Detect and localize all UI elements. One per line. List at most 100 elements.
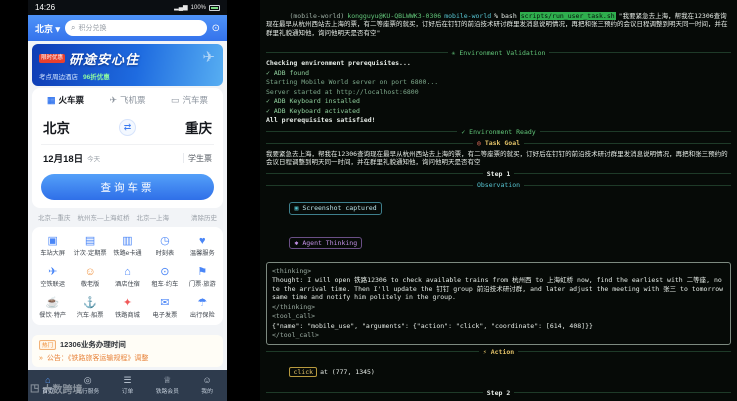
brain-icon: ✱ — [294, 238, 299, 247]
banner-badge: 限时优惠 — [39, 54, 66, 63]
divider-line — [549, 52, 731, 54]
env-adb-found: ✓ ADB found — [266, 68, 310, 77]
service-label: 敬老版 — [80, 281, 100, 288]
phone-emulator: 14:26 ▂▄▆ 100% 北京 ▾ ⌕ 积分兑换 ⊙ 限时优惠 研途安心住 … — [28, 0, 227, 401]
swap-cities-button[interactable]: ⇄ — [119, 118, 136, 136]
action-verb-chip: click — [289, 366, 318, 377]
service-item-elderly-mode[interactable]: ☺ 敬老版 — [71, 266, 108, 288]
service-item-ecard[interactable]: ▥ 铁路e卡通 — [109, 235, 146, 257]
battery-icon — [209, 4, 220, 11]
service-item-air-rail[interactable]: ✈ 空铁联运 — [34, 266, 71, 288]
screen-icon: ▣ — [47, 235, 58, 247]
screenshot-captured-badge: ▣ Screenshot captured — [289, 202, 382, 215]
hotel-icon: ⌂ — [124, 266, 131, 278]
service-label: 电子发票 — [152, 312, 178, 319]
cwd: mobile-world — [444, 11, 492, 20]
agent-terminal[interactable]: (mobile-world) kongguyu@KU-QBLWWK3-0306 mo… — [260, 0, 737, 401]
nav-item-membership[interactable]: ♕ 铁路会员 — [147, 375, 187, 396]
announcement-notice[interactable]: » 公告：《铁路旅客运输规程》调整 — [39, 353, 216, 363]
city-selector[interactable]: 北京 ▾ — [35, 22, 60, 35]
search-input[interactable]: ⌕ 积分兑换 — [65, 20, 207, 36]
departure-city[interactable]: 北京 — [43, 117, 70, 137]
clear-history-button[interactable]: 清除历史 — [191, 212, 217, 222]
step-label: Step 2 — [486, 388, 511, 397]
service-label: 租车·约车 — [151, 281, 179, 288]
date-today-label: 今天 — [87, 156, 101, 163]
service-item-rail-mall[interactable]: ✦ 铁路商城 — [109, 297, 146, 319]
battery-percent: 100% — [190, 4, 206, 11]
service-item-hotel[interactable]: ⌂ 酒店住宿 — [109, 266, 146, 288]
arrival-city[interactable]: 重庆 — [185, 117, 212, 137]
service-item-insurance[interactable]: ☂ 出行保险 — [184, 297, 221, 319]
status-time: 14:26 — [35, 3, 56, 12]
service-item-timetable[interactable]: ◷ 时刻表 — [146, 235, 183, 257]
section-title: Action — [490, 347, 515, 356]
service-label: 酒店住宿 — [115, 281, 140, 288]
history-item[interactable]: 北京—重庆 — [38, 212, 71, 222]
history-item[interactable]: 杭州东—上海虹桥 — [78, 212, 130, 222]
tab-label: 飞机票 — [120, 95, 146, 105]
student-ticket-toggle[interactable]: 学生票 — [188, 153, 212, 164]
service-item-food[interactable]: ☕ 餐饮·特产 — [34, 297, 71, 319]
lightning-icon: ⚡ — [482, 347, 487, 356]
env-keyboard-installed: ✓ ADB Keyboard installed — [266, 97, 360, 105]
agent-thinking-badge: ✱ Agent Thinking — [289, 236, 363, 249]
service-label: 空铁联运 — [40, 281, 66, 288]
crown-icon: ♕ — [163, 375, 172, 385]
service-label: 铁路e卡通 — [113, 250, 142, 257]
section-title: Environment Validation — [459, 48, 546, 57]
divider-line — [266, 173, 483, 175]
service-label: 汽车·船票 — [76, 312, 104, 319]
service-item-bus-ship[interactable]: ⚓ 汽车·船票 — [71, 297, 108, 319]
step1-header: Step 1 — [266, 170, 732, 179]
promo-banner[interactable]: 限时优惠 研途安心住 考点周边酒店 96折优惠 ✈ — [32, 44, 223, 86]
route-selector: 北京 ⇄ 重庆 — [41, 111, 214, 144]
action-line: click at (777, 1345) — [266, 358, 731, 386]
mall-icon: ✦ — [122, 297, 133, 309]
command: bash — [501, 11, 517, 20]
service-item-car-rental[interactable]: ⊙ 租车·约车 — [146, 266, 183, 288]
announcement-hot[interactable]: 热门 12306业务办理时间 — [39, 339, 216, 350]
search-icon: ⌕ — [71, 23, 76, 32]
nav-item-orders[interactable]: ☰ 订单 — [108, 376, 148, 396]
card-icon: ▥ — [122, 235, 133, 247]
flag-icon: ⚑ — [197, 266, 208, 278]
date-picker[interactable]: 12月18日 — [43, 151, 83, 165]
search-tickets-button[interactable]: 查询车票 — [41, 174, 214, 200]
env-server-start: Starting Mobile World server on port 680… — [266, 78, 439, 86]
section-action: ⚡ Action — [266, 347, 732, 357]
tab-bus-ticket[interactable]: ▭ 汽车票 — [171, 94, 208, 106]
booking-card: ▦ 火车票 ✈ 飞机票 ▭ 汽车票 北京 ⇄ 重庆 12月18日 今天 学生票 … — [32, 88, 223, 208]
status-bar: 14:26 ▂▄▆ 100% — [28, 0, 227, 15]
service-item-care-service[interactable]: ♥ 温馨服务 — [184, 235, 221, 257]
observation-label: Observation — [476, 181, 521, 189]
divider-line — [266, 351, 479, 353]
clock-icon: ◷ — [160, 235, 170, 247]
hot-tag: 热门 — [39, 339, 57, 350]
section-title: Task Goal — [484, 139, 521, 147]
nav-item-profile[interactable]: ☺ 我的 — [187, 375, 227, 396]
service-label: 出行保险 — [189, 312, 215, 319]
service-item-einvoice[interactable]: ✉ 电子发票 — [146, 297, 183, 319]
tab-train-ticket[interactable]: ▦ 火车票 — [47, 94, 84, 106]
section-env-validation: ✳ Environment Validation — [266, 49, 731, 58]
announcement-panel: 热门 12306业务办理时间 » 公告：《铁路旅客运输规程》调整 — [32, 335, 223, 367]
service-item-tour-ticket[interactable]: ⚑ 门票·旅游 — [184, 266, 221, 288]
plane-icon: ✈ — [202, 49, 215, 66]
user-icon: ☺ — [202, 375, 212, 385]
service-item-station-screen[interactable]: ▣ 车站大屏 — [34, 235, 71, 257]
env-server-started: Server started at http://localhost:6800 — [266, 87, 419, 96]
step1-observation-header: Observation — [266, 181, 732, 190]
notice-text: 公告：《铁路旅客运输规程》调整 — [46, 355, 149, 362]
tab-flight-ticket[interactable]: ✈ 飞机票 — [109, 94, 145, 106]
section-title: Environment Ready — [469, 127, 536, 136]
service-item-pass-ticket[interactable]: ▤ 计次·定期票 — [71, 235, 108, 257]
action-coordinates: at (777, 1345) — [320, 367, 375, 376]
camera-icon: ▣ — [294, 204, 299, 212]
compass-icon: ◎ — [83, 375, 92, 385]
venv-label: (mobile-world) — [289, 11, 345, 20]
tab-label: 汽车票 — [182, 95, 208, 105]
history-item[interactable]: 北京—上海 — [137, 212, 170, 222]
customer-service-icon[interactable]: ⊙ — [212, 23, 220, 34]
app-header: 北京 ▾ ⌕ 积分兑换 ⊙ — [28, 15, 227, 41]
